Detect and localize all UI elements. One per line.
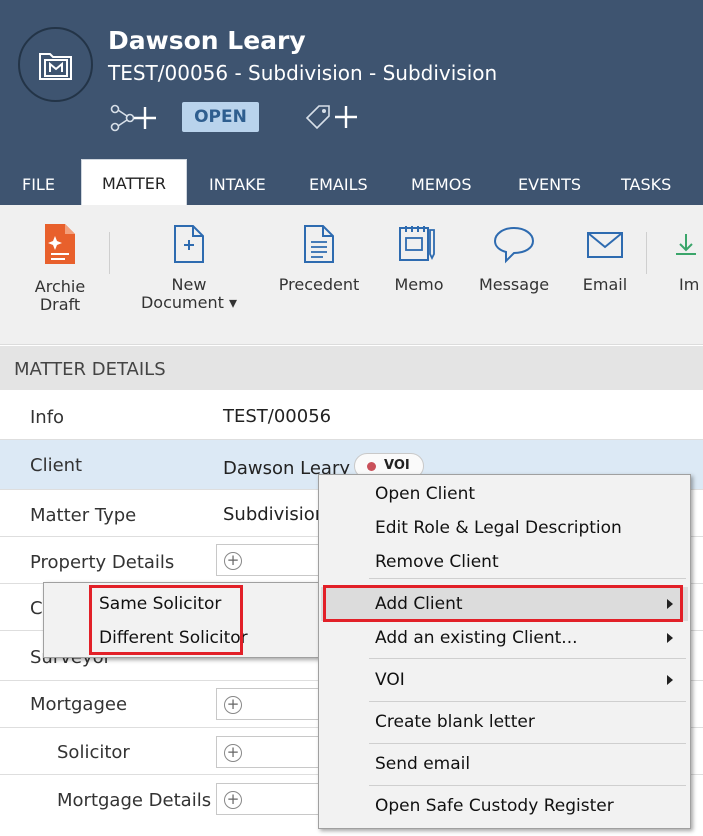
menu-separator [369,785,686,786]
precedent-button[interactable]: Precedent [276,224,362,294]
memo-icon [399,226,435,261]
menu-separator [369,701,686,702]
menu-separator [369,578,686,579]
tab-file[interactable]: FILE [22,175,55,194]
add-circle-icon[interactable]: + [224,791,242,809]
matter-subtitle: TEST/00056 - Subdivision - Subdivision [108,61,498,85]
menu-gutter [319,475,367,828]
solicitor-add-field[interactable]: + [216,736,326,768]
highlight-box [323,585,683,622]
archie-draft-button[interactable]: Archie Draft [24,222,96,314]
new-document-label-1: New [171,275,207,294]
voi-status-dot-icon [367,462,376,471]
solicitor-label: Solicitor [57,742,130,763]
menu-separator [369,743,686,744]
archie-draft-icon [45,224,75,264]
matter-folder-icon [39,53,72,80]
matter-type-value: Subdivision [223,504,327,525]
highlight-box [89,585,243,655]
tab-emails[interactable]: EMAILS [309,175,368,194]
create-blank-letter-item[interactable]: Create blank letter [375,712,535,732]
submenu-arrow-icon [667,633,673,643]
partial-row-label: C [30,598,43,619]
submenu-arrow-icon [667,675,673,685]
mortgagee-label: Mortgagee [30,694,128,715]
status-badge[interactable]: OPEN [182,102,259,132]
tab-events[interactable]: EVENTS [518,175,581,194]
new-document-label-2: Document ▾ [140,293,237,312]
new-document-icon [174,225,204,263]
precedent-label: Precedent [278,275,360,294]
message-icon [493,226,535,264]
mortgage-details-label: Mortgage Details [57,790,212,811]
email-label: Email [582,275,628,294]
mortgage-details-add-field[interactable]: + [216,783,326,815]
property-details-add-field[interactable]: + [216,544,326,576]
add-circle-icon[interactable]: + [224,552,242,570]
matter-avatar [18,27,93,102]
new-document-button[interactable]: New Document ▾ [138,224,240,312]
memo-label: Memo [394,275,444,294]
link-relationship-icon[interactable] [110,104,168,132]
menu-separator [369,658,686,659]
info-value: TEST/00056 [223,406,332,427]
voi-menu-item[interactable]: VOI [375,670,405,690]
property-details-label: Property Details [30,552,175,573]
email-envelope-icon [587,232,623,258]
matter-type-label: Matter Type [30,505,137,526]
precedent-icon [304,225,334,263]
message-button[interactable]: Message [474,224,554,294]
mortgagee-add-field[interactable]: + [216,688,326,720]
message-label: Message [478,275,550,294]
matter-details-heading: MATTER DETAILS [0,346,703,390]
remove-client-item[interactable]: Remove Client [375,552,499,572]
open-safe-custody-item[interactable]: Open Safe Custody Register [375,796,614,816]
tab-intake[interactable]: INTAKE [209,175,266,194]
archie-draft-label-1: Archie [34,277,86,296]
add-existing-client-item[interactable]: Add an existing Client... [375,628,578,648]
ribbon-separator [109,232,110,274]
tab-memos[interactable]: MEMOS [411,175,471,194]
archie-draft-label-2: Draft [39,295,81,314]
client-label: Client [30,455,83,476]
add-tag-icon[interactable] [303,102,361,132]
tab-matter[interactable]: MATTER [81,159,187,206]
import-icon [676,234,696,255]
import-button[interactable]: Im [672,224,703,294]
matter-title: Dawson Leary [108,26,306,55]
info-label: Info [30,407,65,428]
ribbon-separator [646,232,647,274]
memo-button[interactable]: Memo [389,224,449,294]
email-button[interactable]: Email [578,224,632,294]
tab-tasks[interactable]: TASKS [621,175,671,194]
open-client-item[interactable]: Open Client [375,484,475,504]
info-row [0,391,703,440]
edit-role-item[interactable]: Edit Role & Legal Description [375,518,622,538]
add-circle-icon[interactable]: + [224,696,242,714]
import-label: Im [679,275,700,294]
add-circle-icon[interactable]: + [224,744,242,762]
menu-gutter [44,583,88,657]
send-email-item[interactable]: Send email [375,754,470,774]
